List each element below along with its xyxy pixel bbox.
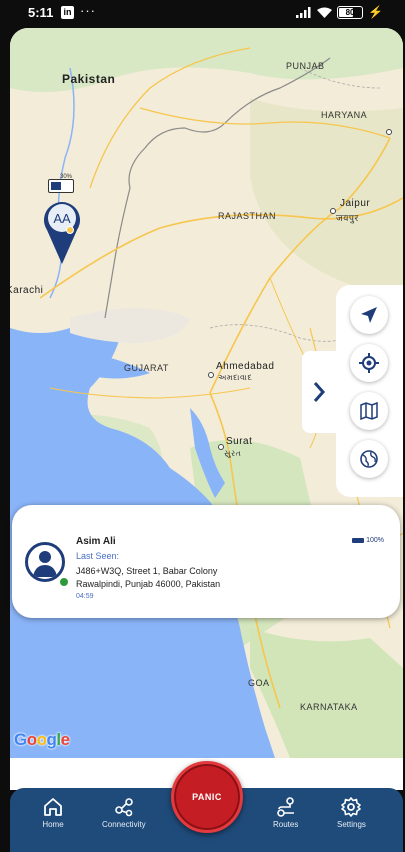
map-label-pakistan: Pakistan xyxy=(62,72,116,86)
status-bar: 5:11 in ··· 80 ⚡ xyxy=(0,0,405,26)
last-seen-time: 04:59 xyxy=(76,593,94,600)
device-battery-percent: 100% xyxy=(366,537,384,544)
map-label-karachi: Karachi xyxy=(10,285,44,296)
collapse-panel-button[interactable] xyxy=(302,351,336,433)
status-time: 5:11 xyxy=(28,5,54,20)
map-controls-panel xyxy=(336,285,403,497)
nav-home-label: Home xyxy=(42,820,64,829)
nav-settings-label: Settings xyxy=(337,820,366,829)
more-notifications-indicator: ··· xyxy=(80,3,96,18)
user-info-card[interactable]: Asim Ali Last Seen: J486+W3Q, Street 1, … xyxy=(12,505,400,618)
map-label-jaipur: Jaipur xyxy=(340,198,371,209)
google-attribution: Google xyxy=(14,730,70,749)
my-location-icon xyxy=(359,353,379,373)
map-label-surat: Surat xyxy=(226,436,253,447)
navigate-button[interactable] xyxy=(350,296,388,334)
map-type-button[interactable] xyxy=(350,392,388,430)
user-name: Asim Ali xyxy=(76,536,116,547)
nav-connectivity-label: Connectivity xyxy=(102,820,146,829)
connectivity-icon xyxy=(114,798,133,817)
nav-routes-label: Routes xyxy=(273,820,299,829)
panic-button[interactable]: PANIC xyxy=(171,761,243,833)
my-location-button[interactable] xyxy=(350,344,388,382)
map-label-rajasthan: RAJASTHAN xyxy=(218,211,277,221)
map-label-ahmedabad-local: અમદાવાદ xyxy=(218,373,253,382)
linkedin-notification-icon: in xyxy=(61,6,74,19)
nav-settings[interactable]: Settings xyxy=(337,796,366,829)
nav-home[interactable]: Home xyxy=(42,796,64,829)
globe-icon xyxy=(360,450,378,468)
nav-routes[interactable]: Routes xyxy=(273,796,298,829)
marker-battery-icon xyxy=(48,179,74,193)
nav-connectivity[interactable]: Connectivity xyxy=(102,796,146,829)
map-layers-icon xyxy=(360,402,378,420)
battery-bar-icon xyxy=(352,538,365,543)
marker-initials: AA xyxy=(53,211,71,226)
map-label-surat-local: સુરત xyxy=(224,449,242,458)
wifi-icon xyxy=(317,7,333,18)
home-icon xyxy=(44,798,62,816)
last-seen-label: Last Seen: xyxy=(76,551,120,561)
map-label-haryana: HARYANA xyxy=(321,110,368,120)
map-label-karnataka: KARNATAKA xyxy=(300,702,358,712)
device-battery: 100% xyxy=(352,537,384,544)
map-label-ahmedabad: Ahmedabad xyxy=(216,361,275,372)
address-line-2: Rawalpindi, Punjab 46000, Pakistan xyxy=(76,579,221,589)
chevron-right-icon xyxy=(313,382,326,402)
routes-icon xyxy=(276,797,294,817)
user-location-marker[interactable]: AA xyxy=(42,196,82,266)
avatar xyxy=(25,542,65,582)
map-label-gujarat: GUJARAT xyxy=(124,363,169,373)
settings-gear-icon xyxy=(341,797,362,817)
online-status-dot xyxy=(59,577,69,587)
address: J486+W3Q, Street 1, Babar Colony Rawalpi… xyxy=(76,565,306,591)
address-line-1: J486+W3Q, Street 1, Babar Colony xyxy=(76,566,218,576)
charging-icon: ⚡ xyxy=(368,5,383,19)
battery-icon: 80 xyxy=(337,5,364,19)
map-label-jaipur-local: जयपुर xyxy=(336,213,359,223)
navigation-arrow-icon xyxy=(361,307,377,323)
user-avatar-icon xyxy=(33,551,57,577)
map-label-punjab: PUNJAB xyxy=(286,61,325,71)
map-label-goa: GOA xyxy=(248,678,270,688)
satellite-view-button[interactable] xyxy=(350,440,388,478)
signal-icon xyxy=(296,6,311,18)
